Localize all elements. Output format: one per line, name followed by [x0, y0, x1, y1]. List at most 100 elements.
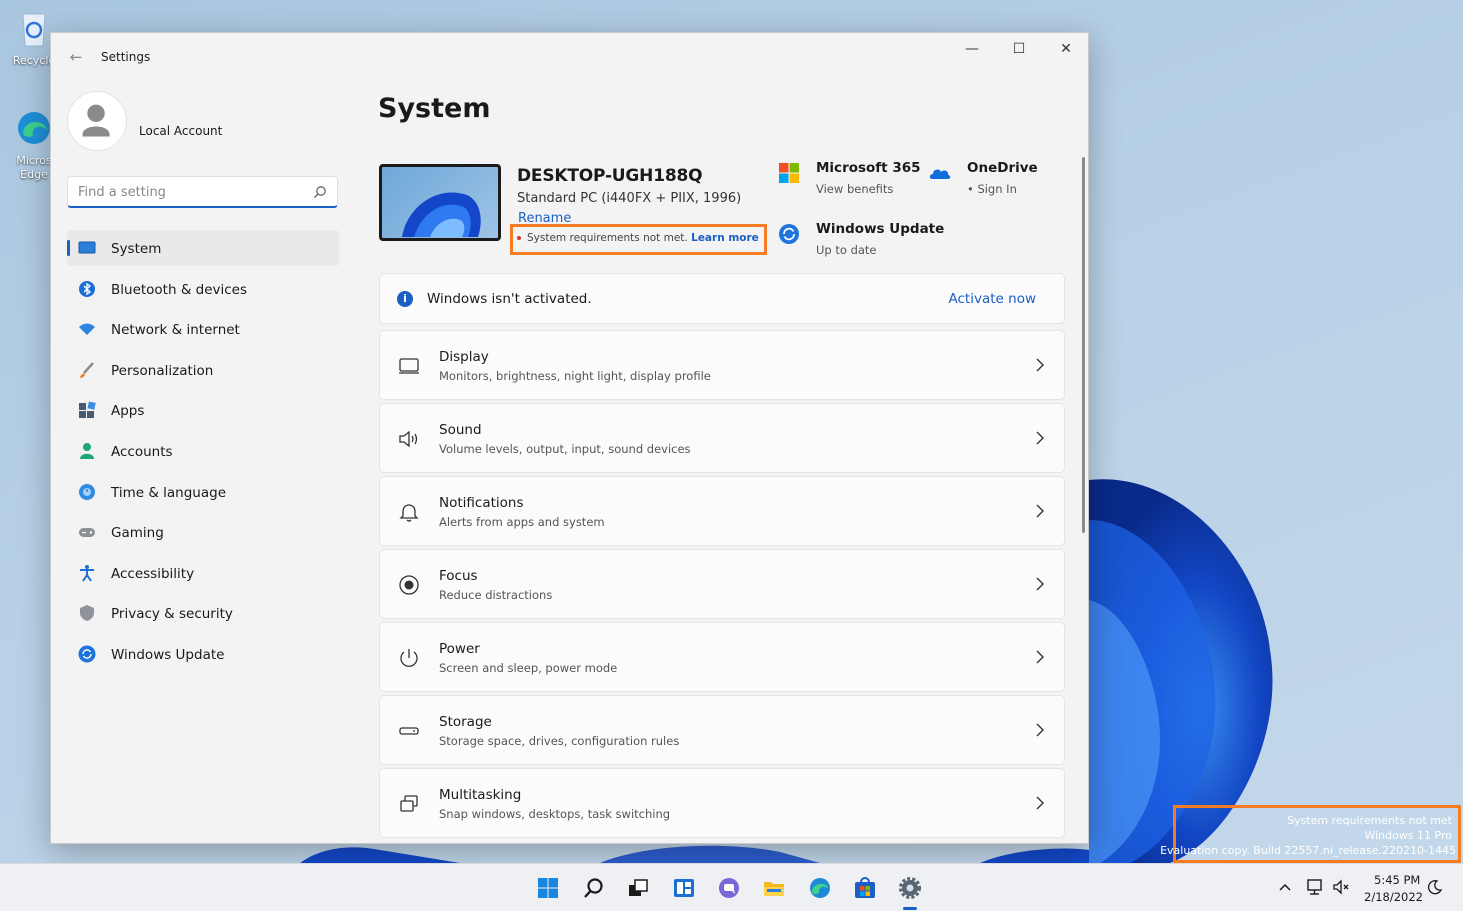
card-title: Focus: [439, 568, 478, 584]
settings-card-sound[interactable]: Sound Volume levels, output, input, soun…: [379, 403, 1065, 473]
taskbar-settings-button[interactable]: [894, 872, 926, 904]
requirements-text: System requirements not met.: [527, 232, 688, 244]
quick-link-subtitle: View benefits: [816, 182, 894, 196]
taskbar-chat-button[interactable]: [713, 872, 745, 904]
back-button[interactable]: ←: [65, 47, 87, 67]
chevron-right-icon: [1036, 723, 1044, 737]
speaker-icon: [399, 430, 418, 448]
chevron-right-icon: [1036, 358, 1044, 372]
sidebar-item-label: System: [111, 241, 162, 257]
settings-card-display[interactable]: Display Monitors, brightness, night ligh…: [379, 330, 1065, 400]
network-icon[interactable]: [1305, 877, 1325, 897]
bluetooth-icon: [79, 280, 95, 297]
apps-icon: [79, 401, 96, 419]
settings-window: ← Settings — ☐ ✕ Local Account System Bl…: [50, 32, 1089, 844]
activate-now-button[interactable]: Activate now: [949, 291, 1036, 307]
page-title: System: [378, 93, 491, 124]
settings-card-power[interactable]: Power Screen and sleep, power mode: [379, 622, 1065, 692]
sidebar-item-bluetooth[interactable]: Bluetooth & devices: [67, 271, 339, 307]
chevron-right-icon: [1036, 431, 1044, 445]
app-title: Settings: [101, 50, 151, 64]
settings-card-focus[interactable]: Focus Reduce distractions: [379, 549, 1065, 619]
maximize-button[interactable]: ☐: [996, 33, 1042, 65]
sidebar-item-apps[interactable]: Apps: [67, 392, 339, 428]
taskbar-task-view-button[interactable]: [622, 872, 654, 904]
widgets-icon: [674, 879, 694, 897]
sidebar-item-label: Personalization: [111, 362, 214, 379]
scrollbar[interactable]: [1082, 157, 1085, 533]
volume-muted-icon[interactable]: [1332, 878, 1350, 896]
update-icon: [78, 645, 96, 663]
settings-card-storage[interactable]: Storage Storage space, drives, configura…: [379, 695, 1065, 765]
chevron-right-icon: [1036, 796, 1044, 810]
taskbar-file-explorer-button[interactable]: [758, 872, 790, 904]
taskbar: 5:45 PM 2/18/2022: [0, 863, 1463, 911]
storage-icon: [399, 727, 419, 735]
sidebar-item-personalization[interactable]: Personalization: [67, 352, 339, 388]
learn-more-link[interactable]: Learn more: [691, 232, 759, 244]
do-not-disturb-icon[interactable]: [1427, 879, 1443, 895]
edge-icon: [810, 878, 830, 898]
sidebar-item-time-language[interactable]: Time & language: [67, 474, 339, 510]
taskbar-edge-button[interactable]: [804, 872, 836, 904]
quick-link-title: Windows Update: [816, 221, 945, 237]
globe-clock-icon: [79, 483, 95, 500]
sidebar-item-accounts[interactable]: Accounts: [67, 433, 339, 469]
start-icon: [538, 878, 558, 898]
sidebar-item-label: Time & language: [111, 484, 227, 501]
card-subtitle: Monitors, brightness, night light, displ…: [439, 369, 711, 383]
search-input[interactable]: [78, 183, 303, 201]
search-box[interactable]: [67, 176, 338, 208]
chevron-up-icon[interactable]: [1278, 880, 1292, 894]
teams-chat-icon: [719, 878, 739, 898]
quick-link-subtitle: Up to date: [816, 243, 877, 257]
gamepad-icon: [79, 528, 95, 538]
focus-icon: [399, 575, 419, 595]
clock-date[interactable]: 2/18/2022: [1364, 890, 1423, 904]
sidebar-item-label: Bluetooth & devices: [111, 281, 248, 298]
sidebar-item-label: Accessibility: [111, 565, 195, 582]
sidebar-item-windows-update[interactable]: Windows Update: [67, 636, 339, 672]
taskbar-widgets-button[interactable]: [668, 872, 700, 904]
task-view-icon: [629, 879, 648, 896]
avatar[interactable]: [67, 91, 127, 151]
device-name: DESKTOP-UGH188Q: [517, 166, 703, 186]
brush-icon: [80, 361, 94, 378]
device-model: Standard PC (i440FX + PIIX, 1996): [517, 191, 742, 206]
device-thumbnail: [379, 164, 501, 241]
activation-message: Windows isn't activated.: [427, 291, 592, 307]
active-app-indicator: [903, 907, 917, 910]
clock-time[interactable]: 5:45 PM: [1374, 873, 1420, 887]
info-icon: i: [397, 291, 413, 307]
power-icon: [400, 649, 418, 667]
close-button[interactable]: ✕: [1043, 33, 1088, 65]
account-name[interactable]: Local Account: [139, 124, 222, 138]
settings-card-multitasking[interactable]: Multitasking Snap windows, desktops, tas…: [379, 768, 1065, 838]
minimize-button[interactable]: —: [949, 33, 995, 65]
taskbar-store-button[interactable]: [849, 872, 881, 904]
card-subtitle: Reduce distractions: [439, 588, 553, 602]
sidebar-item-network[interactable]: Network & internet: [67, 311, 339, 347]
sidebar-item-gaming[interactable]: Gaming: [67, 514, 339, 550]
search-icon[interactable]: [313, 185, 327, 199]
desktop-icon-label: Micros Edge: [16, 154, 52, 181]
card-title: Multitasking: [439, 787, 522, 803]
sidebar-item-system[interactable]: System: [67, 230, 339, 266]
settings-card-notifications[interactable]: Notifications Alerts from apps and syste…: [379, 476, 1065, 546]
taskbar-start-button[interactable]: [532, 872, 564, 904]
sidebar-item-label: Privacy & security: [111, 606, 233, 623]
shield-icon: [80, 605, 94, 622]
accessibility-icon: [80, 564, 94, 582]
sidebar-item-label: Accounts: [111, 443, 173, 460]
sidebar-item-accessibility[interactable]: Accessibility: [67, 555, 339, 591]
sidebar-item-privacy-security[interactable]: Privacy & security: [67, 595, 339, 631]
taskbar-search-button[interactable]: [578, 872, 610, 904]
bell-icon: [399, 504, 419, 522]
title-bar: ← Settings — ☐ ✕: [51, 33, 1088, 81]
store-icon: [855, 877, 875, 898]
chevron-right-icon: [1036, 577, 1044, 591]
activation-banner: i Windows isn't activated. Activate now: [379, 273, 1065, 324]
card-title: Notifications: [439, 495, 524, 511]
quick-link-title: OneDrive: [967, 160, 1038, 176]
sidebar-item-label: Windows Update: [111, 646, 225, 663]
